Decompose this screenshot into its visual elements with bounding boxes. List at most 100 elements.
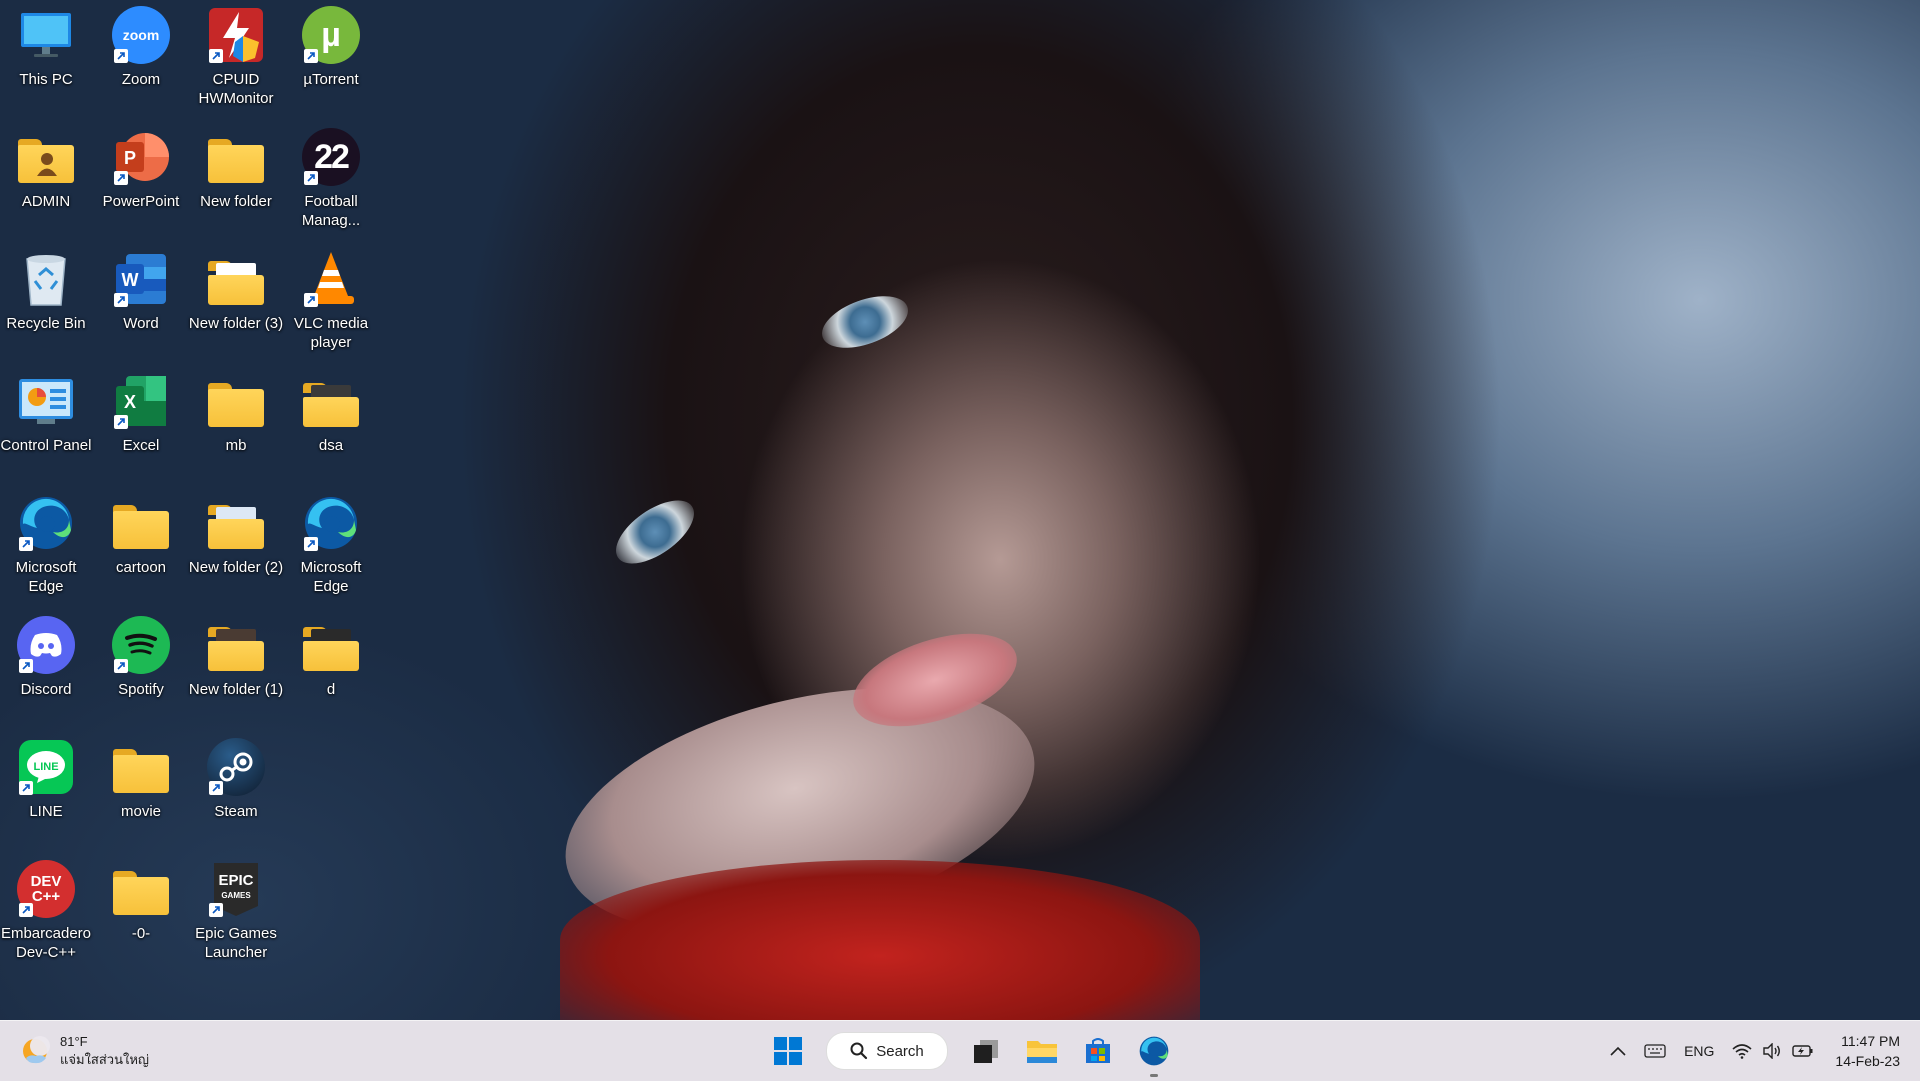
- svg-text:X: X: [124, 392, 136, 412]
- desktop-icon-epic-games[interactable]: EPIC GAMES Epic Games Launcher: [190, 854, 282, 972]
- touch-keyboard-button[interactable]: [1644, 1044, 1666, 1058]
- weather-moon-icon: [20, 1036, 50, 1066]
- taskbar-center: Search: [760, 1029, 1182, 1077]
- shortcut-arrow-icon: [304, 49, 318, 63]
- desktop-icon-word[interactable]: W Word: [95, 244, 187, 362]
- start-icon: [774, 1037, 802, 1065]
- epic-games-icon: EPIC GAMES: [207, 860, 265, 918]
- shortcut-arrow-icon: [19, 537, 33, 551]
- desktop-icon-d[interactable]: d: [285, 610, 377, 728]
- folder-icon: [207, 128, 265, 186]
- user-folder-icon: [17, 128, 75, 186]
- svg-text:EPIC: EPIC: [218, 872, 253, 889]
- desktop-icon-new-folder-2[interactable]: New folder (2): [189, 488, 283, 606]
- desktop-icon-label: ADMIN: [21, 193, 71, 210]
- desktop-icon-utorrent[interactable]: µ µTorrent: [285, 0, 377, 118]
- desktop-icon-new-folder-1[interactable]: New folder (1): [189, 610, 283, 728]
- wallpaper-sweater: [560, 860, 1200, 1020]
- show-hidden-icons-button[interactable]: [1610, 1046, 1626, 1056]
- desktop-icon-spotify[interactable]: Spotify: [95, 610, 187, 728]
- spotify-icon: [112, 616, 170, 674]
- desktop-icon-zoom[interactable]: zoom Zoom: [95, 0, 187, 118]
- desktop-icon-label: d: [326, 681, 336, 698]
- desktop-icon-mb[interactable]: mb: [190, 366, 282, 484]
- desktop-icon-label: Spotify: [118, 681, 164, 698]
- word-icon: W: [112, 250, 170, 308]
- taskbar-search-button[interactable]: Search: [826, 1032, 948, 1070]
- microsoft-store-button[interactable]: [1076, 1029, 1120, 1073]
- start-button[interactable]: [766, 1029, 810, 1073]
- clock-time: 11:47 PM: [1841, 1033, 1900, 1049]
- wallpaper-eye: [815, 285, 915, 359]
- desktop-icon-cartoon[interactable]: cartoon: [95, 488, 187, 606]
- folder-icon: [207, 494, 265, 552]
- desktop-icon-microsoft-edge-2[interactable]: Microsoft Edge: [285, 488, 377, 606]
- desktop-icon-label: PowerPoint: [102, 193, 180, 210]
- keyboard-icon: [1644, 1044, 1666, 1058]
- excel-icon: X: [112, 372, 170, 430]
- zoom-icon: zoom: [112, 6, 170, 64]
- shortcut-arrow-icon: [19, 659, 33, 673]
- svg-text:LINE: LINE: [33, 761, 58, 773]
- desktop-icon-label: Embarcadero Dev-C++: [0, 925, 92, 961]
- desktop-icon-label: VLC media player: [293, 315, 369, 351]
- powerpoint-icon: P: [112, 128, 170, 186]
- shortcut-arrow-icon: [114, 293, 128, 307]
- edge-icon: [302, 494, 360, 552]
- desktop-icon-dsa[interactable]: dsa: [285, 366, 377, 484]
- desktop-icon-label: movie: [120, 803, 161, 820]
- search-label: Search: [876, 1042, 924, 1060]
- hwmonitor-icon: [207, 6, 265, 64]
- desktop-icon-powerpoint[interactable]: P PowerPoint: [95, 122, 187, 240]
- desktop-icon-movie[interactable]: movie: [95, 732, 187, 850]
- desktop-icon-label: Zoom: [121, 71, 161, 88]
- folder-icon: [207, 616, 265, 674]
- desktop-icon-admin[interactable]: ADMIN: [0, 122, 92, 240]
- desktop-icon-cpuid-hwmonitor[interactable]: CPUID HWMonitor: [190, 0, 282, 118]
- desktop-icon-label: New folder (3): [188, 315, 284, 332]
- input-language-button[interactable]: ENG: [1684, 1043, 1714, 1059]
- weather-temperature: 81°F: [60, 1034, 88, 1049]
- desktop-icon-steam[interactable]: Steam: [190, 732, 282, 850]
- volume-icon: [1763, 1043, 1781, 1059]
- desktop-icon-football-manager[interactable]: 22 Football Manag...: [285, 122, 377, 240]
- file-explorer-button[interactable]: [1020, 1029, 1064, 1073]
- football-manager-icon: 22: [302, 128, 360, 186]
- desktop-icon-line[interactable]: LINE LINE: [0, 732, 92, 850]
- weather-widget[interactable]: 81°F แจ่มใสส่วนใหญ่: [20, 1031, 149, 1071]
- desktop-icon-new-folder-3[interactable]: New folder (3): [188, 244, 284, 362]
- desktop-icon-recycle-bin[interactable]: Recycle Bin: [0, 244, 92, 362]
- desktop-icon-vlc[interactable]: VLC media player: [285, 244, 377, 362]
- desktop-icon-control-panel[interactable]: Control Panel: [0, 366, 92, 484]
- network-volume-battery-button[interactable]: [1732, 1043, 1814, 1059]
- edge-taskbar-button[interactable]: [1132, 1029, 1176, 1077]
- file-explorer-icon: [1027, 1041, 1057, 1063]
- vlc-icon: [302, 250, 360, 308]
- desktop-icon-devcpp[interactable]: DEV C++ Embarcadero Dev-C++: [0, 854, 92, 972]
- desktop-icon-label: Football Manag...: [301, 193, 361, 229]
- wifi-icon: [1732, 1044, 1752, 1059]
- running-indicator: [1150, 1074, 1158, 1077]
- recycle-bin-icon: [17, 250, 75, 308]
- wallpaper-eye: [605, 488, 705, 576]
- task-view-button[interactable]: [964, 1029, 1008, 1073]
- desktop-icon-dash-0[interactable]: -0-: [95, 854, 187, 972]
- shortcut-arrow-icon: [209, 781, 223, 795]
- desktop-icon-this-pc[interactable]: This PC: [0, 0, 92, 118]
- folder-icon: [112, 494, 170, 552]
- svg-text:P: P: [124, 148, 136, 168]
- folder-icon: [207, 250, 265, 308]
- desktop-icon-label: Control Panel: [0, 437, 92, 454]
- edge-icon: [1139, 1036, 1169, 1066]
- desktop-icon-excel[interactable]: X Excel: [95, 366, 187, 484]
- desktop-icon-new-folder[interactable]: New folder: [190, 122, 282, 240]
- clock-button[interactable]: 11:47 PM 14-Feb-23: [1835, 1031, 1900, 1071]
- store-icon: [1086, 1038, 1110, 1063]
- folder-icon: [112, 860, 170, 918]
- shortcut-arrow-icon: [19, 903, 33, 917]
- desktop-icon-discord[interactable]: Discord: [0, 610, 92, 728]
- shortcut-arrow-icon: [114, 171, 128, 185]
- discord-icon: [17, 616, 75, 674]
- desktop-icon-microsoft-edge[interactable]: Microsoft Edge: [0, 488, 92, 606]
- desktop-icon-label: Epic Games Launcher: [195, 925, 277, 961]
